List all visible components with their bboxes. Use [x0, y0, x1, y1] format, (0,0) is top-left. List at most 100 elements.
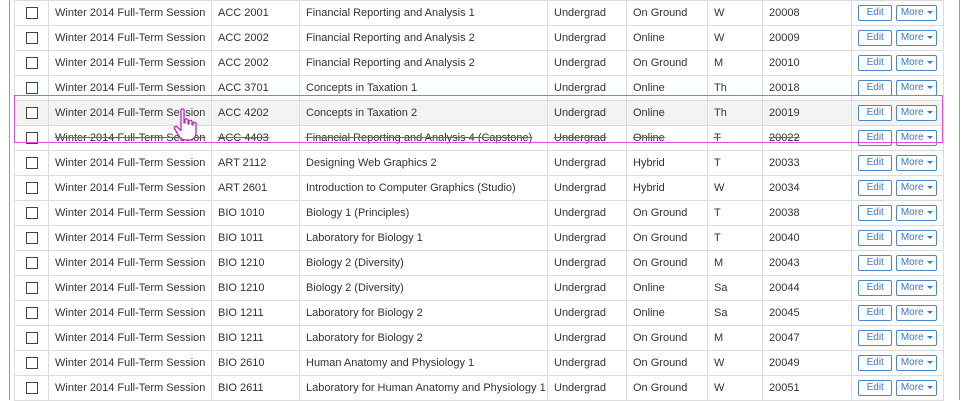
edit-button[interactable]: Edit: [858, 380, 893, 396]
edit-button[interactable]: Edit: [858, 205, 893, 221]
row-checkbox[interactable]: [25, 307, 38, 320]
session-cell: Winter 2014 Full-Term Session: [48, 300, 212, 326]
select-cell: [14, 50, 49, 76]
edit-button[interactable]: Edit: [858, 5, 893, 21]
actions-cell: Edit More: [851, 375, 944, 401]
edit-button[interactable]: Edit: [858, 155, 893, 171]
row-checkbox[interactable]: [25, 82, 38, 95]
more-dropdown-button[interactable]: More: [896, 80, 937, 96]
caret-down-icon: [926, 110, 933, 114]
level-cell: Undergrad: [547, 300, 627, 326]
more-dropdown-button[interactable]: More: [896, 5, 937, 21]
row-checkbox[interactable]: [25, 132, 38, 145]
more-label: More: [900, 57, 924, 68]
edit-button[interactable]: Edit: [858, 105, 893, 121]
course-code-cell: ACC 2002: [211, 50, 300, 76]
table-row[interactable]: Winter 2014 Full-Term Session ART 2112 D…: [14, 150, 944, 176]
caret-down-icon: [926, 235, 933, 239]
row-checkbox[interactable]: [25, 382, 38, 395]
more-dropdown-button[interactable]: More: [896, 130, 937, 146]
level-cell: Undergrad: [547, 100, 627, 126]
more-dropdown-button[interactable]: More: [896, 180, 937, 196]
delivery-mode-cell: Online: [626, 275, 708, 301]
table-row[interactable]: Winter 2014 Full-Term Session ACC 4403 F…: [14, 125, 944, 151]
row-checkbox[interactable]: [25, 332, 38, 345]
caret-down-icon: [926, 285, 933, 289]
edit-button[interactable]: Edit: [858, 305, 893, 321]
edit-button[interactable]: Edit: [858, 30, 893, 46]
crn-cell: 20019: [762, 100, 852, 126]
row-checkbox[interactable]: [25, 107, 38, 120]
more-dropdown-button[interactable]: More: [896, 30, 937, 46]
caret-down-icon: [926, 260, 933, 264]
table-row[interactable]: Winter 2014 Full-Term Session BIO 1211 L…: [14, 325, 944, 351]
table-row[interactable]: Winter 2014 Full-Term Session BIO 2610 H…: [14, 350, 944, 376]
row-checkbox[interactable]: [25, 182, 38, 195]
more-dropdown-button[interactable]: More: [896, 305, 937, 321]
crn-cell: 20045: [762, 300, 852, 326]
row-checkbox[interactable]: [25, 257, 38, 270]
table-row[interactable]: Winter 2014 Full-Term Session ACC 2001 F…: [14, 0, 944, 26]
more-dropdown-button[interactable]: More: [896, 105, 937, 121]
more-dropdown-button[interactable]: More: [896, 255, 937, 271]
delivery-mode-cell: Online: [626, 300, 708, 326]
level-cell: Undergrad: [547, 50, 627, 76]
edit-button[interactable]: Edit: [858, 355, 893, 371]
table-row[interactable]: Winter 2014 Full-Term Session ACC 2002 F…: [14, 25, 944, 51]
table-row[interactable]: Winter 2014 Full-Term Session ACC 2002 F…: [14, 50, 944, 76]
meeting-day-cell: M: [707, 250, 763, 276]
more-label: More: [900, 82, 924, 93]
caret-down-icon: [926, 385, 933, 389]
row-checkbox[interactable]: [25, 57, 38, 70]
table-row[interactable]: Winter 2014 Full-Term Session BIO 2611 L…: [14, 375, 944, 401]
more-dropdown-button[interactable]: More: [896, 355, 937, 371]
more-dropdown-button[interactable]: More: [896, 55, 937, 71]
course-code-cell: ACC 2001: [211, 0, 300, 26]
table-row[interactable]: Winter 2014 Full-Term Session BIO 1011 L…: [14, 225, 944, 251]
course-code-cell: BIO 1010: [211, 200, 300, 226]
level-cell: Undergrad: [547, 0, 627, 26]
table-row[interactable]: Winter 2014 Full-Term Session ART 2601 I…: [14, 175, 944, 201]
edit-button[interactable]: Edit: [858, 80, 893, 96]
table-row[interactable]: Winter 2014 Full-Term Session BIO 1010 B…: [14, 200, 944, 226]
actions-cell: Edit More: [851, 200, 944, 226]
row-checkbox[interactable]: [25, 232, 38, 245]
more-dropdown-button[interactable]: More: [896, 155, 937, 171]
course-code-cell: BIO 2610: [211, 350, 300, 376]
session-cell: Winter 2014 Full-Term Session: [48, 200, 212, 226]
row-checkbox[interactable]: [25, 207, 38, 220]
row-checkbox[interactable]: [25, 282, 38, 295]
actions-cell: Edit More: [851, 25, 944, 51]
table-row[interactable]: Winter 2014 Full-Term Session ACC 3701 C…: [14, 75, 944, 101]
crn-cell: 20018: [762, 75, 852, 101]
more-dropdown-button[interactable]: More: [896, 330, 937, 346]
more-dropdown-button[interactable]: More: [896, 380, 937, 396]
actions-cell: Edit More: [851, 175, 944, 201]
table-row[interactable]: Winter 2014 Full-Term Session BIO 1211 L…: [14, 300, 944, 326]
row-checkbox[interactable]: [25, 32, 38, 45]
course-code-cell: BIO 1210: [211, 250, 300, 276]
row-checkbox[interactable]: [25, 157, 38, 170]
caret-down-icon: [926, 10, 933, 14]
edit-button[interactable]: Edit: [858, 230, 893, 246]
level-cell: Undergrad: [547, 25, 627, 51]
row-checkbox[interactable]: [25, 7, 38, 20]
more-dropdown-button[interactable]: More: [896, 280, 937, 296]
actions-cell: Edit More: [851, 350, 944, 376]
edit-button[interactable]: Edit: [858, 330, 893, 346]
more-dropdown-button[interactable]: More: [896, 230, 937, 246]
course-title-cell: Introduction to Computer Graphics (Studi…: [299, 175, 548, 201]
row-checkbox[interactable]: [25, 357, 38, 370]
edit-button[interactable]: Edit: [858, 55, 893, 71]
table-row[interactable]: Winter 2014 Full-Term Session BIO 1210 B…: [14, 275, 944, 301]
more-dropdown-button[interactable]: More: [896, 205, 937, 221]
delivery-mode-cell: On Ground: [626, 200, 708, 226]
table-row[interactable]: Winter 2014 Full-Term Session BIO 1210 B…: [14, 250, 944, 276]
edit-button[interactable]: Edit: [858, 280, 893, 296]
table-row[interactable]: Winter 2014 Full-Term Session ACC 4202 C…: [14, 100, 944, 126]
edit-button[interactable]: Edit: [858, 255, 893, 271]
edit-button[interactable]: Edit: [858, 180, 893, 196]
edit-button[interactable]: Edit: [858, 130, 893, 146]
crn-cell: 20047: [762, 325, 852, 351]
course-code-cell: BIO 1210: [211, 275, 300, 301]
